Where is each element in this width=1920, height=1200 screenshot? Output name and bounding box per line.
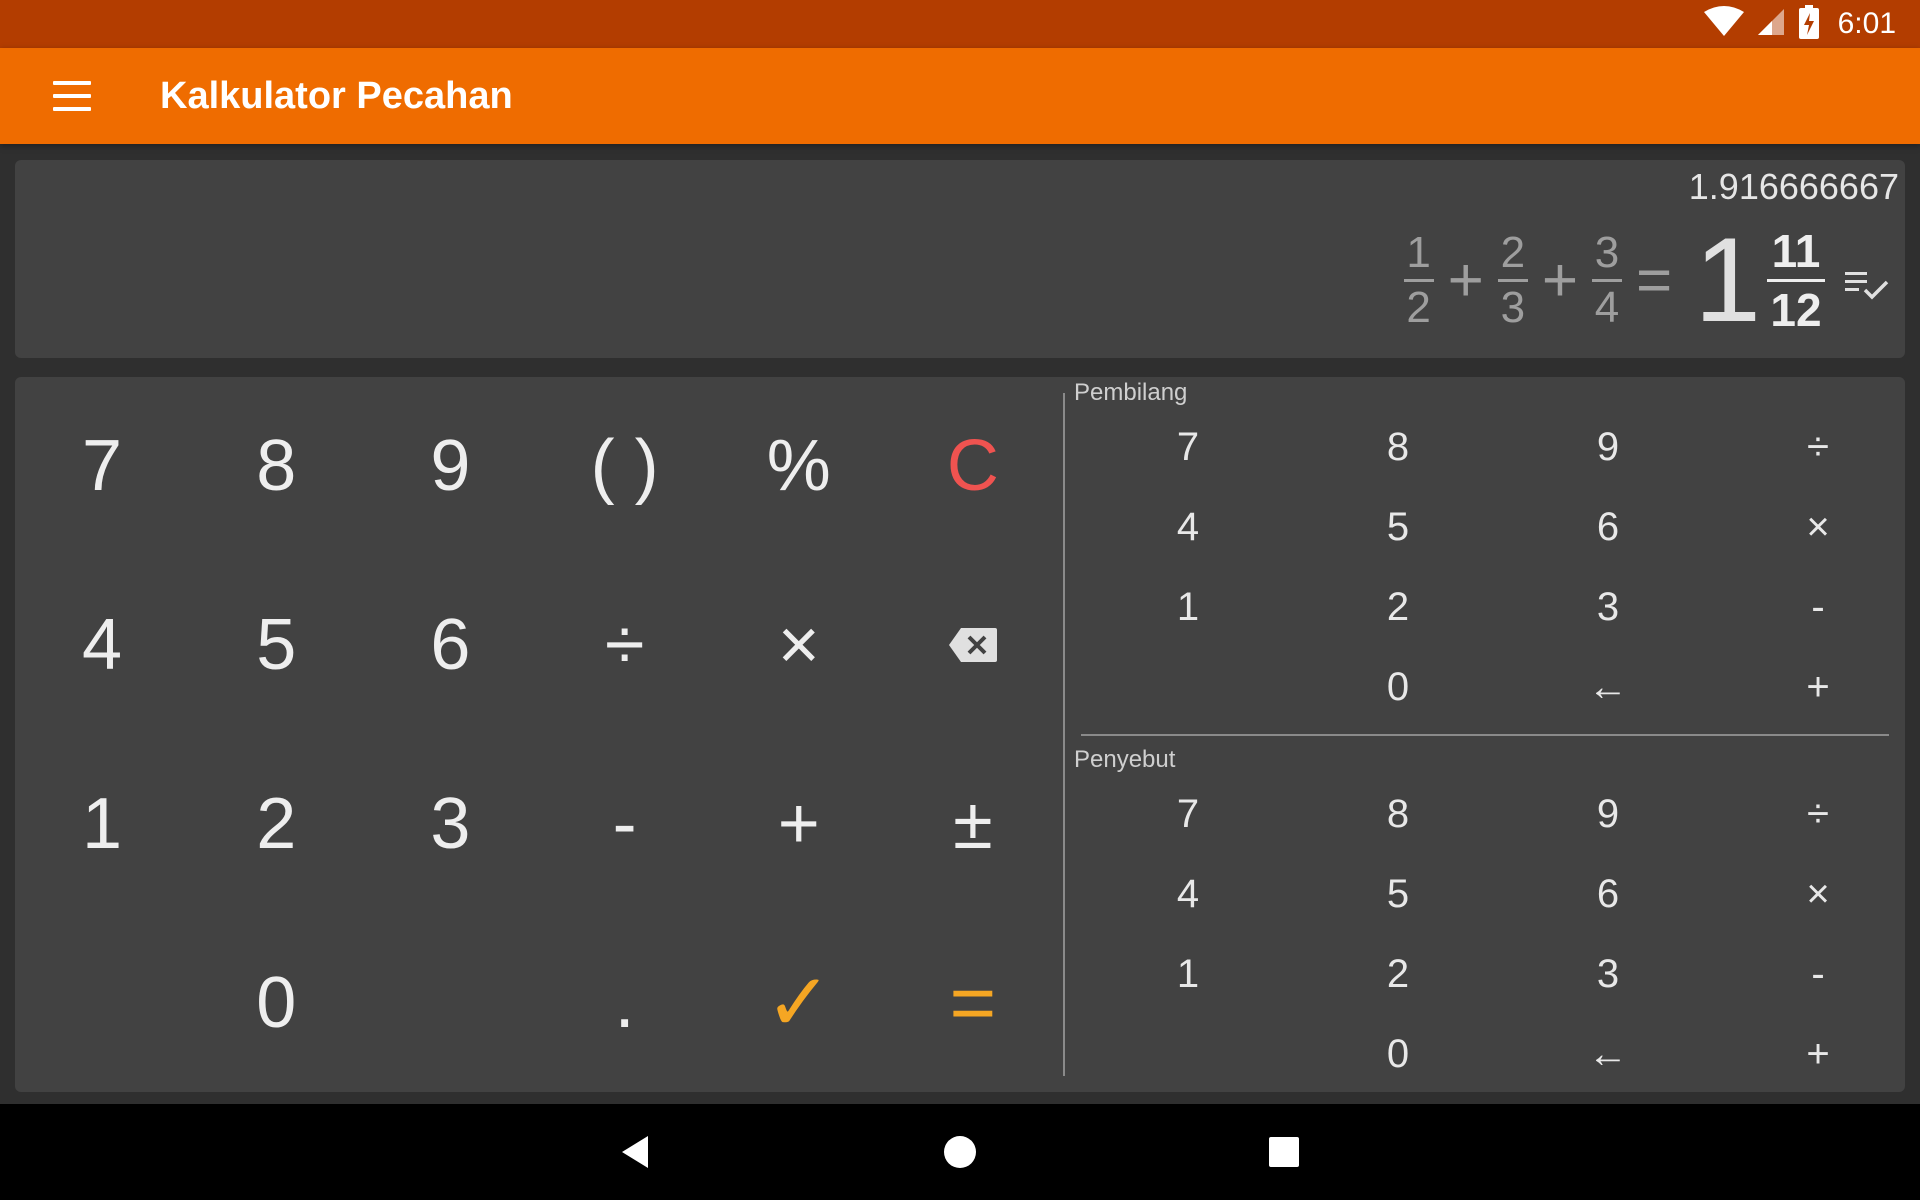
den-key-0[interactable]: 0 <box>1293 1014 1503 1094</box>
denominator-label: Penyebut <box>1074 746 1176 773</box>
recents-icon[interactable] <box>1254 1122 1314 1182</box>
status-icons: 6:01 <box>1703 0 1896 48</box>
app-title: Kalkulator Pecahan <box>160 75 513 117</box>
key-1[interactable]: 1 <box>15 735 189 914</box>
fraction-term: 2 3 <box>1497 227 1528 332</box>
status-bar: 6:01 <box>0 0 1920 48</box>
navigation-bar <box>0 1104 1920 1200</box>
num-key-0[interactable]: 0 <box>1293 647 1503 727</box>
den-key-3[interactable]: 3 <box>1503 934 1713 1014</box>
denominator: 3 <box>1500 282 1526 332</box>
wifi-icon <box>1703 5 1744 43</box>
key-2[interactable]: 2 <box>189 735 363 914</box>
num-key-divide[interactable]: ÷ <box>1713 407 1920 487</box>
fraction-term: 1 2 <box>1403 227 1434 332</box>
key-0[interactable]: 0 <box>189 913 363 1092</box>
den-key-1[interactable]: 1 <box>1083 934 1293 1014</box>
fraction-term: 3 4 <box>1592 227 1623 332</box>
num-key-7[interactable]: 7 <box>1083 407 1293 487</box>
numerator: 1 <box>1406 227 1431 277</box>
keypad: 7 8 9 ( ) % C 4 5 6 ÷ × 1 2 3 - + ± 0 . … <box>15 377 1905 1092</box>
den-key-9[interactable]: 9 <box>1503 774 1713 854</box>
den-key-7[interactable]: 7 <box>1083 774 1293 854</box>
key-percent[interactable]: % <box>712 377 886 556</box>
main-keypad: 7 8 9 ( ) % C 4 5 6 ÷ × 1 2 3 - + ± 0 . … <box>15 377 1060 1092</box>
battery-charging-icon <box>1798 4 1820 44</box>
empty-key <box>363 913 537 1092</box>
empty-key <box>1083 647 1293 727</box>
num-key-2[interactable]: 2 <box>1293 567 1503 647</box>
numerator: 3 <box>1594 227 1620 277</box>
num-key-3[interactable]: 3 <box>1503 567 1713 647</box>
fraction-expression: 1 2 + 2 3 + 3 4 = 1 11 12 <box>1398 220 1825 340</box>
back-icon[interactable] <box>606 1122 666 1182</box>
num-key-1[interactable]: 1 <box>1083 567 1293 647</box>
denominator-grid: 7 8 9 ÷ 4 5 6 × 1 2 3 - 0 ← + <box>1083 774 1920 1094</box>
decimal-result: 1.916666667 <box>1688 166 1899 207</box>
num-key-5[interactable]: 5 <box>1293 487 1503 567</box>
horizontal-divider <box>1081 734 1889 736</box>
key-minus[interactable]: - <box>538 735 712 914</box>
result-whole: 1 <box>1694 213 1761 347</box>
numerator: 2 <box>1500 227 1526 277</box>
key-6[interactable]: 6 <box>363 556 537 735</box>
empty-key <box>1083 1014 1293 1094</box>
num-key-back-arrow[interactable]: ← <box>1503 647 1713 727</box>
result-denominator: 12 <box>1770 283 1822 336</box>
hamburger-menu-icon[interactable] <box>38 72 106 120</box>
num-key-minus[interactable]: - <box>1713 567 1920 647</box>
den-key-minus[interactable]: - <box>1713 934 1920 1014</box>
key-7[interactable]: 7 <box>15 377 189 556</box>
app-bar: Kalkulator Pecahan <box>0 48 1920 144</box>
key-parentheses[interactable]: ( ) <box>538 377 712 556</box>
result-fraction: 11 12 <box>1767 225 1825 336</box>
clear-button[interactable]: C <box>886 377 1060 556</box>
denominator: 4 <box>1594 282 1620 332</box>
status-time: 6:01 <box>1837 7 1896 40</box>
backspace-icon[interactable] <box>886 556 1060 735</box>
equals-button[interactable]: = <box>886 913 1060 1092</box>
key-plus-minus[interactable]: ± <box>886 735 1060 914</box>
check-button[interactable]: ✓ <box>712 913 886 1092</box>
den-key-5[interactable]: 5 <box>1293 854 1503 934</box>
key-multiply[interactable]: × <box>712 556 886 735</box>
home-icon[interactable] <box>930 1122 990 1182</box>
result-numerator: 11 <box>1771 224 1821 277</box>
equals-sign: = <box>1636 245 1673 315</box>
numerator-grid: 7 8 9 ÷ 4 5 6 × 1 2 3 - 0 ← + <box>1083 407 1920 727</box>
key-9[interactable]: 9 <box>363 377 537 556</box>
history-list-check-icon[interactable] <box>1841 260 1893 312</box>
key-decimal[interactable]: . <box>538 913 712 1092</box>
empty-key <box>15 913 189 1092</box>
den-key-plus[interactable]: + <box>1713 1014 1920 1094</box>
operator: + <box>1447 245 1484 315</box>
key-5[interactable]: 5 <box>189 556 363 735</box>
operator: + <box>1541 245 1579 315</box>
key-3[interactable]: 3 <box>363 735 537 914</box>
denominator: 2 <box>1406 282 1431 332</box>
den-key-4[interactable]: 4 <box>1083 854 1293 934</box>
den-key-back-arrow[interactable]: ← <box>1503 1014 1713 1094</box>
den-key-6[interactable]: 6 <box>1503 854 1713 934</box>
num-key-8[interactable]: 8 <box>1293 407 1503 487</box>
num-key-9[interactable]: 9 <box>1503 407 1713 487</box>
num-key-plus[interactable]: + <box>1713 647 1920 727</box>
key-plus[interactable]: + <box>712 735 886 914</box>
result-display: 1.916666667 1 2 + 2 3 + 3 4 = 1 11 12 <box>15 160 1905 358</box>
num-key-4[interactable]: 4 <box>1083 487 1293 567</box>
den-key-multiply[interactable]: × <box>1713 854 1920 934</box>
denominator-pad: Penyebut 7 8 9 ÷ 4 5 6 × 1 2 3 - 0 ← + <box>1065 744 1905 1092</box>
numerator-label: Pembilang <box>1074 379 1188 406</box>
den-key-divide[interactable]: ÷ <box>1713 774 1920 854</box>
key-divide[interactable]: ÷ <box>538 556 712 735</box>
key-4[interactable]: 4 <box>15 556 189 735</box>
num-key-6[interactable]: 6 <box>1503 487 1713 567</box>
key-8[interactable]: 8 <box>189 377 363 556</box>
den-key-8[interactable]: 8 <box>1293 774 1503 854</box>
den-key-2[interactable]: 2 <box>1293 934 1503 1014</box>
numerator-pad: Pembilang 7 8 9 ÷ 4 5 6 × 1 2 3 - 0 ← + <box>1065 377 1905 734</box>
num-key-multiply[interactable]: × <box>1713 487 1920 567</box>
cell-signal-icon <box>1756 7 1786 42</box>
